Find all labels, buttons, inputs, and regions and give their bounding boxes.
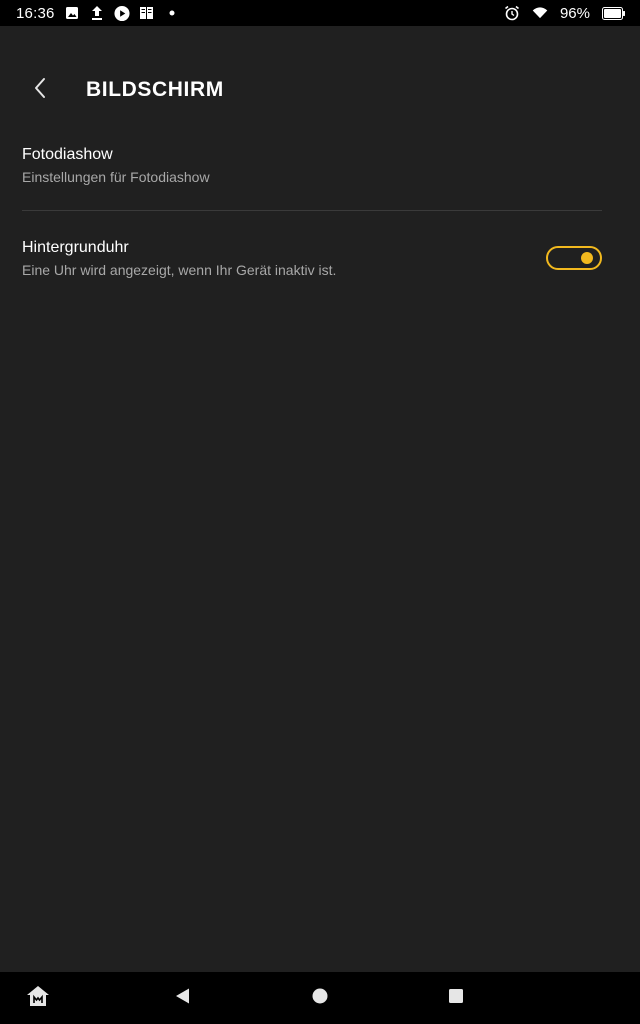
app-bar: BILDSCHIRM bbox=[0, 60, 640, 120]
setting-photo-slideshow[interactable]: Fotodiashow Einstellungen für Fotodiasho… bbox=[0, 130, 640, 210]
setting-title: Fotodiashow bbox=[22, 146, 113, 163]
back-triangle-icon bbox=[174, 987, 192, 1010]
recents-square-icon bbox=[447, 987, 465, 1010]
back-button[interactable] bbox=[22, 70, 58, 110]
battery-percentage: 96% bbox=[559, 4, 590, 22]
settings-list: Fotodiashow Einstellungen für Fotodiasho… bbox=[0, 130, 640, 303]
setting-title: Hintergrunduhr bbox=[22, 239, 129, 256]
setting-background-clock[interactable]: Hintergrunduhr Eine Uhr wird angezeigt, … bbox=[0, 211, 640, 303]
toggle-knob bbox=[581, 252, 593, 264]
status-clock: 16:36 bbox=[16, 4, 55, 22]
nav-recents-button[interactable] bbox=[442, 984, 470, 1012]
wifi-icon bbox=[532, 5, 548, 21]
chevron-left-icon bbox=[33, 77, 47, 104]
home-app-icon bbox=[26, 985, 50, 1012]
upload-icon bbox=[89, 5, 105, 21]
background-clock-toggle[interactable] bbox=[546, 246, 602, 270]
home-circle-icon bbox=[311, 987, 329, 1010]
image-icon bbox=[64, 5, 80, 21]
nav-back-button[interactable] bbox=[169, 984, 197, 1012]
page-title: BILDSCHIRM bbox=[86, 78, 224, 101]
nav-home-button[interactable] bbox=[306, 984, 334, 1012]
alarm-icon bbox=[504, 5, 520, 21]
status-left: 16:36 bbox=[16, 5, 180, 22]
battery-icon bbox=[602, 5, 626, 21]
dot-icon bbox=[164, 5, 180, 21]
play-icon bbox=[114, 5, 130, 21]
status-bar: 16:36 96% bbox=[0, 0, 640, 26]
setting-subtitle: Einstellungen für Fotodiashow bbox=[22, 169, 210, 185]
setting-subtitle: Eine Uhr wird angezeigt, wenn Ihr Gerät … bbox=[22, 262, 337, 278]
navigation-bar bbox=[0, 972, 640, 1024]
home-app-button[interactable] bbox=[24, 984, 52, 1012]
status-right: 96% bbox=[504, 5, 626, 22]
book-icon bbox=[139, 5, 155, 21]
